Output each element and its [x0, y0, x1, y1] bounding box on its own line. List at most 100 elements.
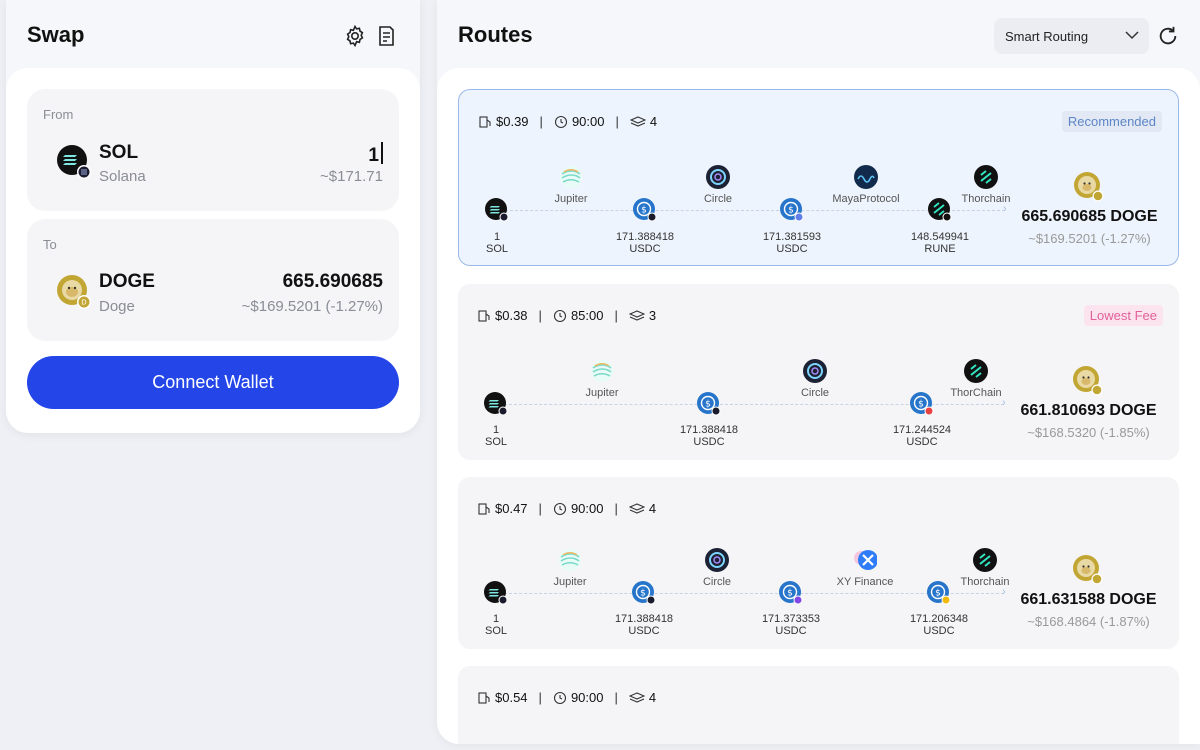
jupiter-icon — [591, 360, 613, 382]
clock-icon — [553, 691, 566, 704]
thorchain-icon — [974, 165, 998, 189]
svg-text:$: $ — [640, 589, 646, 599]
chevron-down-icon — [1125, 31, 1139, 40]
node-amount: 171.244524 — [892, 424, 952, 436]
to-usd-value: ~$169.5201 (-1.27%) — [241, 298, 383, 315]
route-node: 1 SOL — [451, 424, 541, 448]
node-amount: 171.388418 — [614, 613, 674, 625]
circle-icon — [803, 359, 827, 383]
node-amount: 171.388418 — [615, 231, 675, 243]
sol-token-icon — [484, 392, 508, 416]
route-time: 90:00 — [571, 114, 605, 129]
route-node: 171.373353 USDC — [746, 613, 836, 637]
route-card[interactable]: $0.47 | 90:00 | 4 › Jupiter Circle XY Fi… — [458, 477, 1179, 649]
output-amount: 661.810693 DOGE — [1020, 402, 1157, 419]
route-time: 90:00 — [570, 690, 604, 705]
settings-icon[interactable] — [343, 24, 367, 48]
node-symbol: USDC — [629, 243, 661, 255]
usdc-token-icon: $ — [697, 392, 721, 416]
route-fee: $0.54 — [495, 690, 528, 705]
route-card[interactable]: $0.38 | 85:00 | 3 Lowest Fee › Jupiter C… — [458, 284, 1179, 460]
node-symbol: USDC — [628, 625, 660, 637]
provider-label: Jupiter — [554, 193, 588, 205]
route-stats: $0.39 | 90:00 | 4 — [478, 114, 657, 129]
route-steps: 3 — [648, 308, 657, 323]
routing-mode-label: Smart Routing — [1005, 29, 1089, 44]
node-amount: 1 — [492, 424, 500, 436]
route-node: 171.388418 USDC — [599, 613, 689, 637]
clock-icon — [553, 309, 566, 322]
output-amount: 665.690685 DOGE — [1021, 208, 1158, 225]
usdc-token-icon: $ — [779, 581, 803, 605]
routes-panel: Routes Smart Routing $0.39 | 90:00 | 4 R… — [437, 0, 1200, 744]
provider-label: Circle — [800, 387, 830, 399]
to-token-box[interactable]: To D DOGE Doge 665.690685 ~$169.5201 (-1… — [27, 219, 399, 341]
provider-label: MayaProtocol — [832, 193, 900, 205]
refresh-icon[interactable] — [1157, 25, 1179, 47]
svg-text:$: $ — [935, 589, 941, 599]
clock-icon — [554, 115, 567, 128]
node-amount: 171.381593 — [762, 231, 822, 243]
from-amount-input[interactable]: 1 — [368, 142, 383, 167]
svg-text:$: $ — [641, 206, 647, 216]
divider: | — [539, 114, 543, 129]
route-fee: $0.47 — [495, 501, 528, 516]
doge-token-icon — [1073, 366, 1103, 396]
node-amount: 1 — [492, 613, 500, 625]
to-amount-value: 665.690685 — [282, 271, 383, 292]
gas-icon — [479, 115, 491, 128]
route-node: 1 SOL — [451, 613, 541, 637]
divider: | — [614, 690, 618, 705]
from-token-symbol[interactable]: SOL — [99, 142, 138, 164]
circle-icon — [705, 548, 729, 572]
routing-mode-select[interactable]: Smart Routing — [994, 18, 1149, 54]
route-steps: 4 — [649, 114, 658, 129]
node-amount: 171.388418 — [679, 424, 739, 436]
node-symbol: RUNE — [924, 243, 956, 255]
output-usd: ~$168.5320 (-1.85%) — [1027, 425, 1150, 440]
swap-title: Swap — [27, 22, 85, 47]
rune-token-icon — [928, 198, 952, 222]
doge-token-icon[interactable]: D — [57, 275, 91, 309]
gas-icon — [478, 502, 490, 515]
provider-label: ThorChain — [950, 387, 1002, 399]
layers-icon — [628, 309, 645, 321]
route-fee: $0.38 — [495, 308, 528, 323]
route-node: 171.388418 USDC — [664, 424, 754, 448]
to-label: To — [43, 237, 57, 252]
divider: | — [614, 501, 618, 516]
lowest-fee-badge: Lowest Fee — [1083, 305, 1163, 326]
routes-title: Routes — [458, 22, 533, 47]
provider-label: Jupiter — [585, 387, 619, 399]
output-usd: ~$168.4864 (-1.87%) — [1027, 614, 1150, 629]
connect-wallet-button[interactable]: Connect Wallet — [27, 356, 399, 409]
route-steps: 4 — [648, 501, 657, 516]
provider-label: Jupiter — [553, 576, 587, 588]
node-symbol: SOL — [484, 436, 507, 448]
jupiter-icon — [559, 549, 581, 571]
text-caret — [381, 142, 383, 164]
usdc-token-icon: $ — [780, 198, 804, 222]
clock-icon — [553, 502, 566, 515]
layers-icon — [628, 502, 645, 514]
divider: | — [615, 114, 619, 129]
svg-text:$: $ — [788, 206, 794, 216]
node-symbol: USDC — [775, 625, 807, 637]
recommended-badge: Recommended — [1061, 111, 1162, 132]
output-usd: ~$169.5201 (-1.27%) — [1028, 231, 1151, 246]
history-icon[interactable] — [374, 24, 398, 48]
thorchain-icon — [964, 359, 988, 383]
sol-token-icon[interactable] — [57, 145, 91, 179]
gas-icon — [478, 691, 490, 704]
from-amount-value: 1 — [368, 145, 379, 166]
node-symbol: USDC — [906, 436, 938, 448]
to-token-name: Doge — [99, 298, 135, 315]
route-card[interactable]: $0.54 | 90:00 | 4 — [458, 666, 1179, 744]
to-token-symbol[interactable]: DOGE — [99, 271, 155, 293]
route-card[interactable]: $0.39 | 90:00 | 4 Recommended › Jupiter … — [458, 89, 1179, 266]
swap-form: From SOL Solana 1 ~$171.71 To D DOGE Dog… — [6, 68, 420, 433]
route-stats: $0.47 | 90:00 | 4 — [477, 501, 656, 516]
route-time: 85:00 — [570, 308, 604, 323]
from-token-box[interactable]: From SOL Solana 1 ~$171.71 — [27, 89, 399, 211]
layers-icon — [628, 691, 645, 703]
